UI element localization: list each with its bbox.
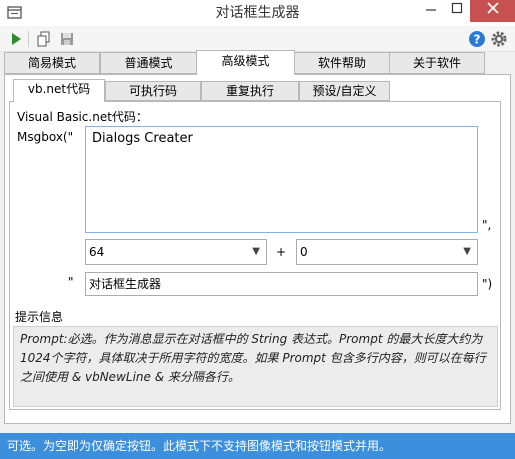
buttons-select-value: 64 <box>89 245 105 259</box>
prompt-text-input[interactable]: Dialogs Creater <box>85 126 478 233</box>
buttons-select[interactable]: 64 ▼ <box>85 239 267 265</box>
toolbar <box>0 26 515 52</box>
chevron-down-icon: ▼ <box>463 246 471 257</box>
run-icon[interactable] <box>7 30 25 48</box>
settings-gear-icon[interactable] <box>490 30 508 48</box>
copy-icon[interactable] <box>35 30 53 48</box>
close-button[interactable] <box>470 0 515 22</box>
svg-text:?: ? <box>474 33 481 47</box>
icon-style-select[interactable]: 0 ▼ <box>296 239 478 265</box>
maximize-icon <box>451 2 463 14</box>
tip-text: Prompt:必选。作为消息显示在对话框中的 String 表达式。Prompt… <box>13 326 498 407</box>
tab-preset-custom[interactable]: 预设/自定义 <box>299 81 390 101</box>
tab-advanced-mode[interactable]: 高级模式 <box>196 50 295 75</box>
chevron-down-icon: ▼ <box>252 246 260 257</box>
icon-style-select-value: 0 <box>300 245 308 259</box>
tab-software-help[interactable]: 软件帮助 <box>294 52 390 74</box>
minimize-button[interactable] <box>418 0 444 22</box>
title-open-quote: " <box>68 275 74 289</box>
close-paren-label: ") <box>482 277 493 291</box>
tab-simple-mode[interactable]: 简易模式 <box>4 52 100 74</box>
tab-repeat-execution[interactable]: 重复执行 <box>201 81 299 101</box>
toolbar-separator <box>28 31 29 47</box>
status-bar: 可选。为空即为仅确定按钮。此模式下不支持图像模式和按钮模式并用。 <box>0 433 515 459</box>
tip-heading: 提示信息 <box>15 310 64 324</box>
save-icon[interactable] <box>58 30 76 48</box>
plus-label: + <box>276 245 287 259</box>
tab-executable-code[interactable]: 可执行码 <box>105 81 201 101</box>
tab-vbnet-code[interactable]: vb.net代码 <box>13 79 105 102</box>
tab-normal-mode[interactable]: 普通模式 <box>100 52 197 74</box>
minimize-icon <box>426 9 436 11</box>
code-heading: Visual Basic.net代码： <box>17 110 148 124</box>
maximize-button[interactable] <box>444 0 470 22</box>
prompt-closing-label: ", <box>482 218 492 232</box>
dialog-title-input[interactable]: 对话框生成器 <box>85 272 478 296</box>
help-icon[interactable]: ? <box>468 30 486 48</box>
msgbox-prefix-label: Msgbox(" <box>17 130 74 144</box>
tab-about-software[interactable]: 关于软件 <box>389 52 485 74</box>
close-icon <box>486 2 499 14</box>
